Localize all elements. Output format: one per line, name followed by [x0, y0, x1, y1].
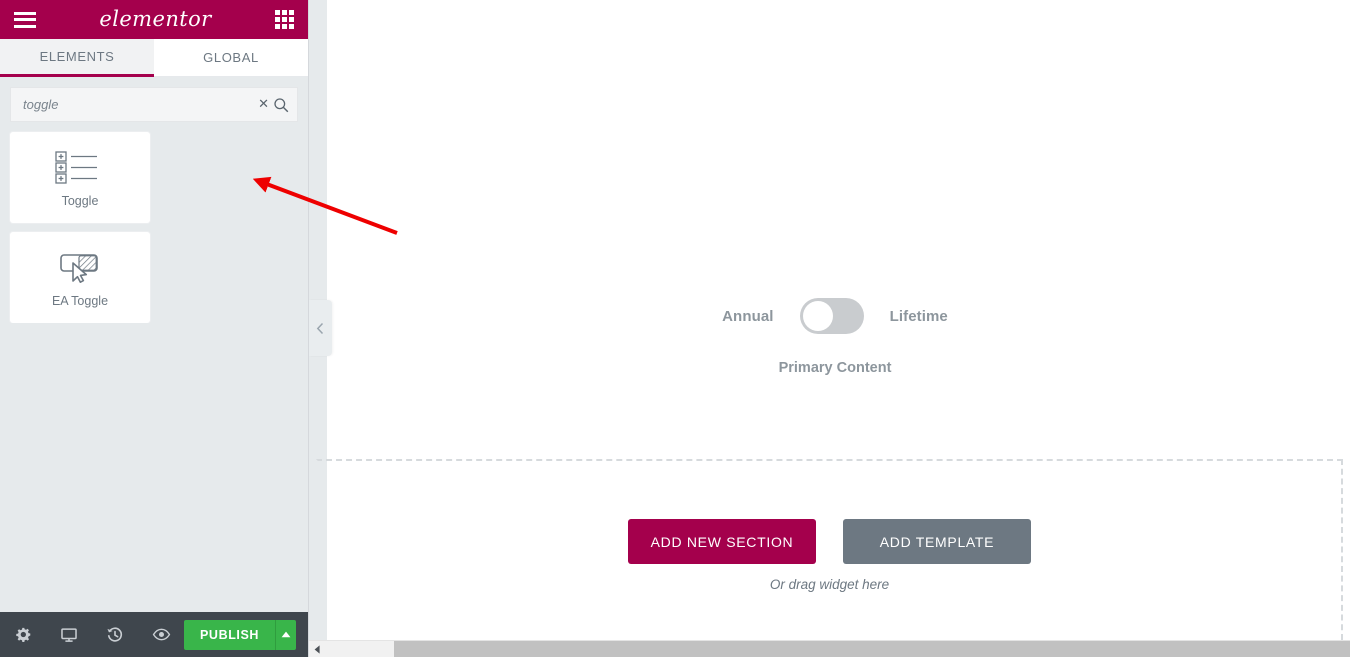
editor-left-panel: elementor ELEMENTS GLOBAL ✕	[0, 0, 309, 657]
grid-apps-icon[interactable]	[274, 10, 294, 29]
toggle-primary-content-text: Primary Content	[778, 360, 892, 376]
empty-section-placeholder: ADD NEW SECTION ADD TEMPLATE Or drag wid…	[316, 459, 1343, 640]
toggle-left-label: Annual	[722, 307, 774, 325]
publish-button[interactable]: PUBLISH	[184, 619, 276, 650]
tab-elements[interactable]: ELEMENTS	[0, 39, 154, 77]
drag-widget-hint: Or drag widget here	[769, 577, 890, 592]
panel-header: elementor	[0, 0, 308, 39]
ea-toggle-widget-preview: Annual Lifetime Primary Content	[327, 0, 1343, 460]
empty-section-inner: ADD NEW SECTION ADD TEMPLATE Or drag wid…	[318, 461, 1341, 640]
editor-canvas: Annual Lifetime Primary Content ADD NEW …	[309, 0, 1350, 657]
elementor-editor-window: elementor ELEMENTS GLOBAL ✕	[0, 0, 1350, 657]
publish-options-chevron-up-icon[interactable]	[275, 619, 296, 650]
section-action-buttons: ADD NEW SECTION ADD TEMPLATE	[318, 519, 1341, 564]
widget-card-ea-toggle[interactable]: EA Toggle	[10, 232, 150, 323]
search-input[interactable]	[23, 97, 259, 112]
horizontal-scrollbar[interactable]	[309, 640, 1350, 657]
canvas-page: Annual Lifetime Primary Content ADD NEW …	[309, 0, 1350, 640]
scrollbar-thumb[interactable]	[394, 641, 1350, 657]
preview-eye-icon[interactable]	[138, 612, 184, 657]
search-area: ✕	[0, 77, 308, 122]
history-revisions-icon[interactable]	[92, 612, 138, 657]
hamburger-menu-icon[interactable]	[14, 11, 36, 28]
chevron-left-icon	[316, 322, 324, 334]
toggle-right-label: Lifetime	[889, 307, 948, 325]
widget-label: Toggle	[61, 194, 99, 208]
widget-card-toggle[interactable]: Toggle	[10, 132, 150, 223]
tab-global[interactable]: GLOBAL	[154, 39, 308, 77]
settings-gear-icon[interactable]	[0, 612, 46, 657]
toggle-list-icon	[54, 147, 106, 187]
widget-results-grid: Toggle EA Toggle	[0, 122, 308, 323]
panel-tab-bar: ELEMENTS GLOBAL	[0, 39, 308, 77]
search-box[interactable]: ✕	[10, 87, 298, 122]
toggle-control-row: Annual Lifetime	[327, 298, 1343, 334]
panel-empty-space	[0, 323, 308, 612]
responsive-monitor-icon[interactable]	[46, 612, 92, 657]
add-new-section-button[interactable]: ADD NEW SECTION	[628, 519, 816, 564]
widget-label: EA Toggle	[51, 294, 109, 308]
panel-footer-toolbar: PUBLISH	[0, 612, 308, 657]
panel-collapse-handle[interactable]	[309, 300, 332, 356]
ea-toggle-cursor-icon	[57, 247, 103, 287]
close-x-icon[interactable]: ✕	[258, 98, 269, 111]
elementor-logo: elementor	[99, 6, 212, 31]
search-icon[interactable]	[273, 97, 289, 113]
footer-icon-group	[0, 612, 184, 657]
toggle-switch-knob	[802, 301, 833, 331]
scrollbar-track[interactable]	[326, 641, 1350, 657]
add-template-button[interactable]: ADD TEMPLATE	[843, 519, 1031, 564]
toggle-switch[interactable]	[799, 298, 864, 334]
scroll-left-arrow-icon[interactable]	[309, 641, 326, 657]
